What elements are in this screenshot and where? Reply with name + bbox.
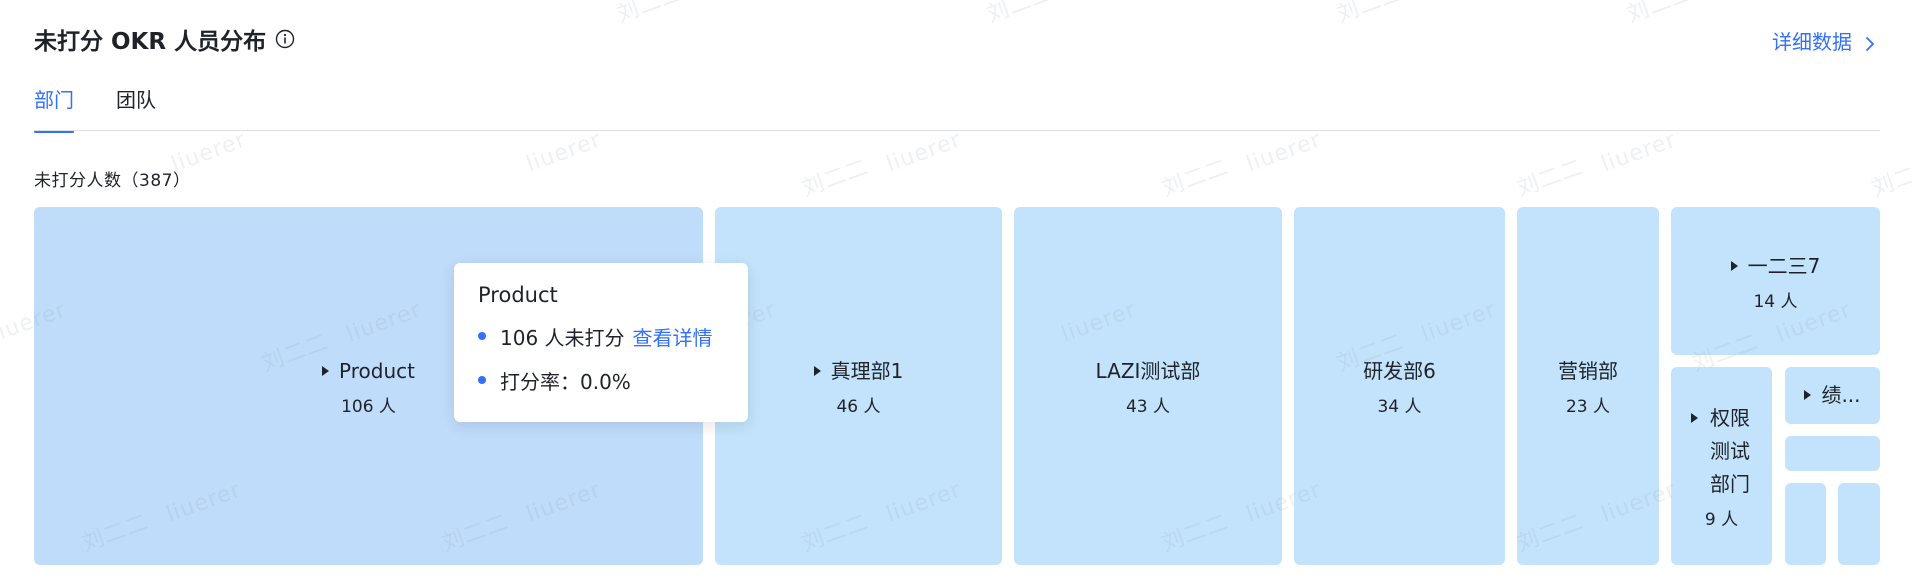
expand-triangle-icon[interactable] xyxy=(322,366,330,376)
treemap-cell-small[interactable] xyxy=(1785,483,1826,565)
cell-count: 46 人 xyxy=(836,397,881,417)
cell-name-wrap: LAZI测试部 xyxy=(1096,355,1201,388)
cell-count: 9 人 xyxy=(1704,510,1739,530)
cell-name: 绩... xyxy=(1821,383,1861,407)
expand-triangle-icon[interactable] xyxy=(1730,261,1738,271)
cell-name: 真理部1 xyxy=(830,359,904,383)
cell-name-wrap: 权限测试部门 xyxy=(1691,402,1752,501)
treemap-cell-ji[interactable]: 绩... xyxy=(1785,367,1880,424)
treemap-tooltip: Product 106 人未打分 查看详情 打分率：0.0% xyxy=(454,263,748,422)
cell-name-wrap: 营销部 xyxy=(1558,355,1618,388)
view-details-link[interactable]: 查看详情 xyxy=(633,322,713,351)
cell-count: 23 人 xyxy=(1565,397,1611,417)
cell-name: 营销部 xyxy=(1558,359,1618,383)
bullet-dot-icon xyxy=(478,376,486,384)
treemap-cell-small[interactable] xyxy=(1785,436,1880,471)
okr-unscored-distribution-panel: 未打分 OKR 人员分布 详细数据 部门 团队 未打分人数（387） Produ… xyxy=(0,0,1912,584)
cell-name-wrap: 真理部1 xyxy=(813,355,904,388)
tooltip-rate-row: 打分率：0.0% xyxy=(478,365,724,395)
cell-count: 34 人 xyxy=(1377,397,1422,417)
expand-triangle-icon[interactable] xyxy=(813,366,821,376)
cell-count: 43 人 xyxy=(1125,397,1171,417)
treemap-cell-permission-test[interactable]: 权限测试部门 9 人 xyxy=(1671,367,1772,565)
expand-triangle-icon[interactable] xyxy=(1691,413,1698,423)
tooltip-count-text: 106 人未打分 xyxy=(500,325,625,350)
bullet-dot-icon xyxy=(478,332,486,340)
cell-name-wrap: 研发部6 xyxy=(1363,355,1436,388)
cell-name: Product xyxy=(339,359,415,383)
cell-name: 权限测试部门 xyxy=(1710,406,1750,496)
cell-name-wrap: 绩... xyxy=(1804,379,1861,412)
treemap-cell-yanfabu6[interactable]: 研发部6 34 人 xyxy=(1294,207,1505,565)
cell-count: 106 人 xyxy=(341,397,396,417)
treemap-cell-small[interactable] xyxy=(1838,483,1880,565)
cell-count: 14 人 xyxy=(1753,292,1798,312)
cell-name: 一二三7 xyxy=(1747,254,1821,278)
treemap-cell-lazi-test[interactable]: LAZI测试部 43 人 xyxy=(1014,207,1282,565)
treemap-cell-yiersan7[interactable]: 一二三7 14 人 xyxy=(1671,207,1880,355)
cell-name: 研发部6 xyxy=(1363,359,1436,383)
expand-triangle-icon[interactable] xyxy=(1804,390,1812,400)
cell-name: LAZI测试部 xyxy=(1095,359,1201,383)
tooltip-rate-text: 打分率：0.0% xyxy=(500,369,631,394)
tooltip-title: Product xyxy=(478,283,558,307)
cell-name-wrap: 一二三7 xyxy=(1730,250,1821,283)
treemap-cell-zhenlibu1[interactable]: 真理部1 46 人 xyxy=(715,207,1002,565)
tooltip-count-row: 106 人未打分 查看详情 xyxy=(478,321,724,351)
treemap: Product 106 人 真理部1 46 人 LAZI测试部 43 人 研发部… xyxy=(0,0,1912,584)
cell-name-wrap: Product xyxy=(322,355,415,388)
treemap-cell-yingxiaobu[interactable]: 营销部 23 人 xyxy=(1517,207,1659,565)
